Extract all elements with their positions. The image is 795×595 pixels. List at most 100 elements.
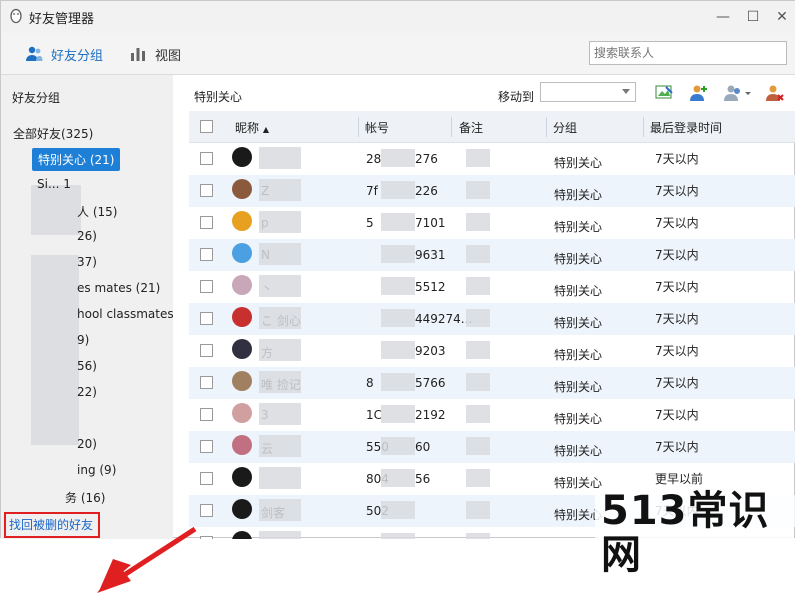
recover-deleted-friends-link[interactable]: 找回被删的好友 bbox=[4, 512, 100, 538]
row-checkbox[interactable] bbox=[200, 152, 213, 165]
toolbar: 好友分组 视图 bbox=[1, 33, 795, 75]
group-item[interactable]: Si... 1 bbox=[37, 177, 71, 191]
blur-mask bbox=[259, 243, 301, 265]
group-item[interactable]: 20) bbox=[77, 437, 97, 451]
group-cell: 特别关心 bbox=[554, 284, 603, 298]
last-login-cell: 7天以内 bbox=[655, 376, 699, 390]
account-suffix-cell: 276 bbox=[415, 152, 438, 166]
group-all[interactable]: 全部好友(325) bbox=[13, 125, 93, 142]
row-checkbox[interactable] bbox=[200, 376, 213, 389]
bar-chart-icon bbox=[131, 48, 145, 61]
group-item[interactable]: 56) bbox=[77, 359, 97, 373]
blur-mask bbox=[259, 275, 301, 297]
avatar bbox=[232, 371, 252, 391]
minimize-button[interactable]: — bbox=[713, 7, 733, 27]
column-separator bbox=[643, 117, 644, 137]
table-row[interactable]: Z7f226特别关心7天以内 bbox=[189, 175, 795, 207]
add-friend-icon[interactable] bbox=[689, 83, 709, 103]
title-bar: 好友管理器 — ☐ ✕ bbox=[1, 1, 795, 33]
account-prefix-cell: 28 bbox=[366, 152, 382, 166]
row-checkbox[interactable] bbox=[200, 440, 213, 453]
group-item[interactable]: 22) bbox=[77, 385, 97, 399]
column-separator bbox=[451, 117, 452, 137]
remove-friend-icon[interactable] bbox=[765, 83, 785, 103]
group-item[interactable]: 务 (16) bbox=[65, 489, 105, 506]
last-login-cell: 7天以内 bbox=[655, 152, 699, 166]
group-item[interactable]: 26) bbox=[77, 229, 97, 243]
blur-mask bbox=[381, 437, 415, 455]
row-checkbox[interactable] bbox=[200, 472, 213, 485]
move-to-label: 移动到 bbox=[498, 90, 535, 104]
friend-groups-tab[interactable]: 好友分组 bbox=[25, 43, 103, 65]
group-cell: 特别关心 bbox=[554, 188, 603, 202]
row-checkbox[interactable] bbox=[200, 184, 213, 197]
avatar bbox=[232, 179, 252, 199]
group-item[interactable]: 9) bbox=[77, 333, 89, 347]
select-all-checkbox[interactable] bbox=[200, 120, 213, 133]
row-checkbox[interactable] bbox=[200, 312, 213, 325]
last-login-cell: 7天以内 bbox=[655, 248, 699, 262]
column-account[interactable]: 帐号 bbox=[365, 119, 389, 136]
table-row[interactable]: 云55060特别关心7天以内 bbox=[189, 431, 795, 463]
row-checkbox[interactable] bbox=[200, 344, 213, 357]
row-checkbox[interactable] bbox=[200, 216, 213, 229]
group-item[interactable]: 37) bbox=[77, 255, 97, 269]
row-checkbox[interactable] bbox=[200, 408, 213, 421]
group-item[interactable]: 人 (15) bbox=[77, 203, 117, 220]
friend-table: 昵称 ▲ 帐号 备注 分组 最后登录时间 28 276 特别关心 7天以内 Z7f226… bbox=[189, 111, 795, 539]
move-to-select[interactable] bbox=[540, 82, 636, 102]
sort-asc-icon: ▲ bbox=[262, 125, 269, 134]
group-item[interactable]: ing (9) bbox=[77, 463, 116, 477]
blur-mask bbox=[381, 341, 415, 359]
blur-mask bbox=[259, 435, 301, 457]
blur-mask bbox=[381, 405, 415, 423]
table-row[interactable]: 丶5512特别关心7天以内 bbox=[189, 271, 795, 303]
blur-mask bbox=[259, 499, 301, 521]
account-suffix-cell: 2192 bbox=[415, 408, 446, 422]
blur-mask bbox=[466, 469, 490, 487]
table-row[interactable]: 方9203特别关心7天以内 bbox=[189, 335, 795, 367]
account-suffix-cell: 9631 bbox=[415, 248, 446, 262]
blur-mask bbox=[381, 245, 415, 263]
avatar bbox=[232, 467, 252, 487]
column-group[interactable]: 分组 bbox=[553, 119, 577, 136]
blur-mask bbox=[466, 245, 490, 263]
maximize-button[interactable]: ☐ bbox=[743, 7, 763, 27]
manage-friends-dropdown-icon[interactable] bbox=[723, 83, 753, 103]
search-input[interactable] bbox=[589, 41, 787, 65]
account-prefix-cell: 5 bbox=[366, 216, 374, 230]
column-note[interactable]: 备注 bbox=[459, 119, 483, 136]
row-checkbox[interactable] bbox=[200, 504, 213, 517]
table-row[interactable]: こ 剑心449274...特别关心7天以内 bbox=[189, 303, 795, 335]
row-checkbox[interactable] bbox=[200, 280, 213, 293]
avatar bbox=[232, 243, 252, 263]
group-item[interactable]: hool classmates bbox=[77, 307, 174, 321]
column-separator bbox=[546, 117, 547, 137]
account-prefix-cell: 7f bbox=[366, 184, 378, 198]
close-button[interactable]: ✕ bbox=[772, 7, 792, 27]
account-suffix-cell: 56 bbox=[415, 472, 431, 486]
column-nick[interactable]: 昵称 ▲ bbox=[235, 119, 269, 136]
group-item[interactable]: es mates (21) bbox=[77, 281, 160, 295]
group-special-care[interactable]: 特别关心 (21) bbox=[32, 148, 121, 171]
table-row[interactable]: 唯 捡记85766特别关心7天以内 bbox=[189, 367, 795, 399]
row-checkbox[interactable] bbox=[200, 248, 213, 261]
view-tab[interactable]: 视图 bbox=[129, 43, 181, 65]
blur-mask bbox=[259, 307, 301, 329]
blur-mask bbox=[381, 469, 415, 487]
edit-image-icon[interactable] bbox=[654, 83, 674, 103]
group-cell: 特别关心 bbox=[554, 316, 603, 330]
table-row[interactable]: 31C2192特别关心7天以内 bbox=[189, 399, 795, 431]
column-last-login[interactable]: 最后登录时间 bbox=[650, 119, 722, 136]
blur-mask bbox=[466, 213, 490, 231]
table-row[interactable]: N9631特别关心7天以内 bbox=[189, 239, 795, 271]
last-login-cell: 7天以内 bbox=[655, 312, 699, 326]
table-row[interactable]: 28 276 特别关心 7天以内 bbox=[189, 143, 795, 175]
blur-mask bbox=[381, 501, 415, 519]
table-row[interactable]: p57101特别关心7天以内 bbox=[189, 207, 795, 239]
blur-mask bbox=[466, 341, 490, 359]
blur-mask bbox=[466, 437, 490, 455]
group-cell: 特别关心 bbox=[554, 380, 603, 394]
blur-mask bbox=[259, 467, 301, 489]
avatar bbox=[232, 275, 252, 295]
